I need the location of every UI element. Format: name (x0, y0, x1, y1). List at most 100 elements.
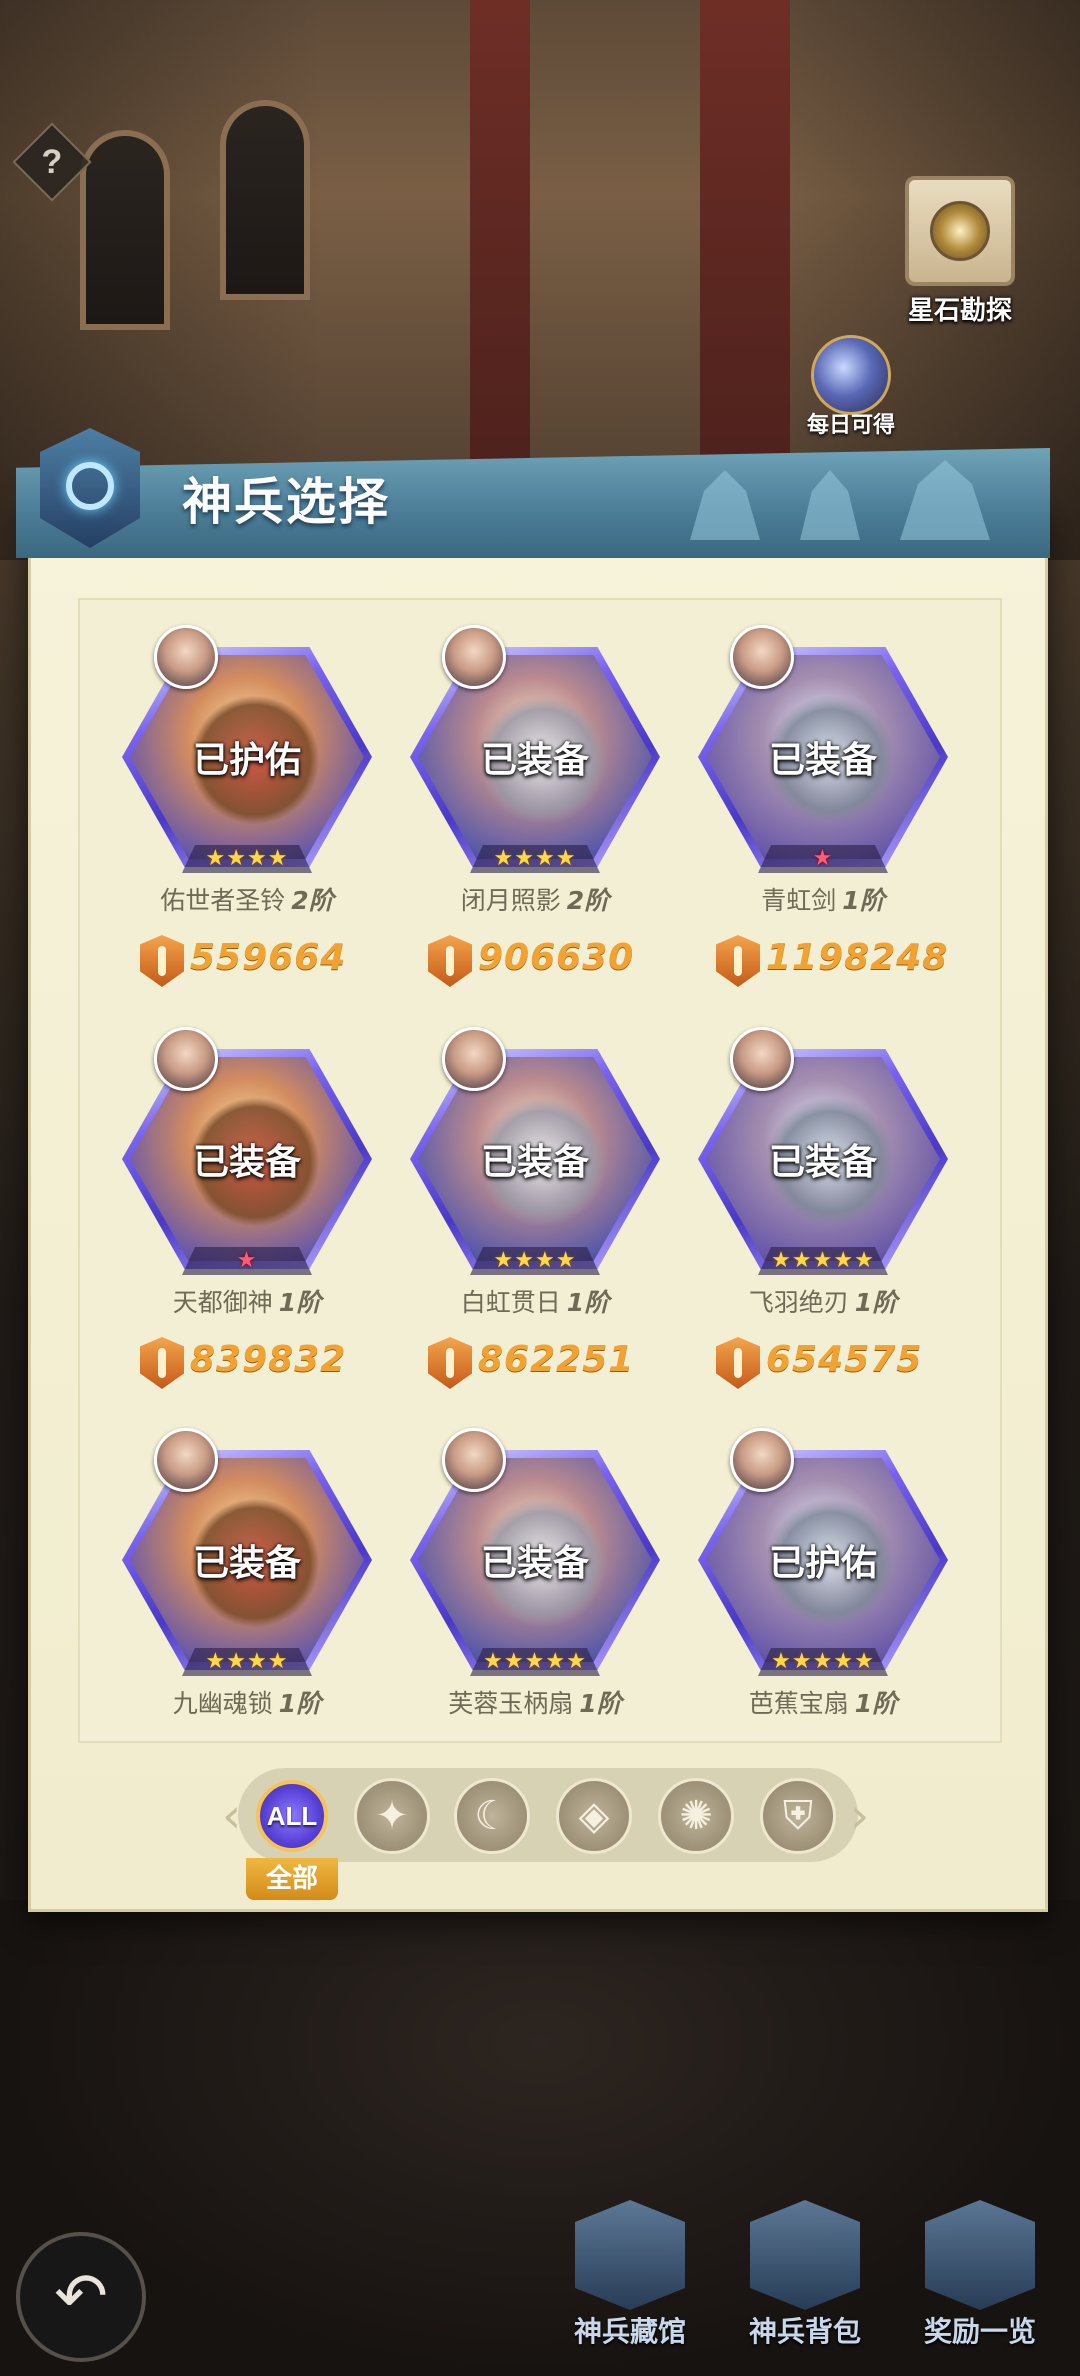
star-icon: ★ (812, 1248, 834, 1273)
weapon-name: 白虹贯日 1阶 (410, 1283, 660, 1319)
star-stone-explore-button[interactable]: 星石勘探 (880, 176, 1040, 326)
weapon-card[interactable]: 已装备 ★★★★ 白虹贯日 1阶 862251 (410, 1027, 660, 1407)
weapon-name-text: 飞羽绝刃 (748, 1288, 849, 1317)
status-label: 已装备 (480, 740, 589, 781)
star-icon: ★ (833, 1248, 855, 1273)
weapon-name: 飞羽绝刃 1阶 (698, 1283, 948, 1319)
filter-all-label[interactable]: 全部 (246, 1858, 338, 1900)
bag-icon (750, 2200, 860, 2310)
star-icon: ★ (514, 846, 535, 871)
weapon-name: 芙蓉玉柄扇 1阶 (410, 1684, 660, 1720)
weapon-tier: 1阶 (278, 1288, 322, 1317)
weapon-card[interactable]: 已装备 ★★★★★ 芙蓉玉柄扇 1阶 (410, 1428, 660, 1808)
star-icon: ★ (771, 1649, 792, 1674)
star-icon: ★ (226, 846, 247, 871)
star-icon: ★ (812, 1649, 834, 1674)
diamond-filter-icon[interactable]: ◈ (556, 1778, 632, 1854)
hero-avatar (154, 1027, 218, 1091)
star-icon: ★ (483, 1649, 504, 1674)
power-score: 906630 (428, 933, 668, 989)
star-icon: ★ (524, 1649, 546, 1674)
star-icon: ★ (205, 846, 227, 871)
all-icon: ALL (256, 1780, 328, 1852)
star-icon: ★ (833, 1649, 855, 1674)
weapon-hex-frame: 已装备 ★ (698, 647, 948, 873)
power-score: 862251 (428, 1335, 668, 1391)
filter-all-button[interactable]: ALL (250, 1774, 334, 1858)
chevron-left-icon: ‹ (222, 1788, 242, 1844)
daily-reward-button[interactable]: 每日可得 (796, 335, 906, 439)
power-value: 654575 (766, 1339, 923, 1380)
hero-avatar (442, 1428, 506, 1492)
status-label: 已装备 (192, 1142, 301, 1183)
star-rating: ★★★★★ (410, 1650, 660, 1674)
status-label: 已装备 (192, 1543, 301, 1584)
weapon-card[interactable]: 已装备 ★ 天都御神 1阶 839832 (122, 1027, 372, 1407)
power-value: 1198248 (766, 937, 949, 978)
power-shield-icon (140, 935, 184, 987)
weapon-card[interactable]: 已装备 ★★★★ 九幽魂锁 1阶 (122, 1428, 372, 1808)
emblem-ring (66, 462, 114, 510)
star-rating: ★★★★ (410, 847, 660, 871)
star-icon: ★ (247, 846, 268, 871)
crown-filter-icon[interactable]: ✦ (354, 1778, 430, 1854)
shield-filter-icon[interactable]: ⛨ (760, 1778, 836, 1854)
star-icon: ★ (503, 1649, 525, 1674)
weapon-card[interactable]: 已装备 ★★★★ 闭月照影 2阶 906630 (410, 625, 660, 1005)
weapon-tier: 2阶 (566, 886, 610, 915)
background-window (80, 130, 170, 330)
star-icon: ★ (493, 1248, 515, 1273)
weapon-card[interactable]: 已护佑 ★★★★ 佑世者圣铃 2阶 559664 (122, 625, 372, 1005)
background-window (220, 100, 310, 300)
weapon-card[interactable]: 已装备 ★★★★★ 飞羽绝刃 1阶 654575 (698, 1027, 948, 1407)
star-icon: ★ (236, 1248, 258, 1273)
weapon-card[interactable]: 已装备 ★ 青虹剑 1阶 1198248 (698, 625, 948, 1005)
page-title: 神兵选择 (182, 473, 390, 531)
weapon-name: 佑世者圣铃 2阶 (122, 881, 372, 917)
moon-filter-icon[interactable]: ☾ (454, 1778, 530, 1854)
weapon-hex-frame: 已护佑 ★★★★ (122, 647, 372, 873)
status-label: 已装备 (480, 1543, 589, 1584)
star-rating: ★ (698, 847, 948, 871)
weapon-name-text: 芭蕉宝扇 (748, 1689, 849, 1718)
power-shield-icon (716, 935, 760, 987)
star-icon: ★ (555, 1248, 577, 1273)
weapon-name-text: 九幽魂锁 (172, 1689, 273, 1718)
background-pillar (470, 0, 530, 520)
star-rating: ★ (122, 1249, 372, 1273)
power-shield-icon (140, 1337, 184, 1389)
weapon-card[interactable]: 已护佑 ★★★★★ 芭蕉宝扇 1阶 (698, 1428, 948, 1808)
star-icon: ★ (205, 1649, 227, 1674)
star-icon: ★ (226, 1649, 247, 1674)
power-value: 559664 (190, 937, 347, 978)
back-button[interactable]: ↶ (16, 2232, 146, 2362)
background-pillar (700, 0, 790, 520)
power-value: 906630 (478, 937, 635, 978)
weapon-name: 天都御神 1阶 (122, 1283, 372, 1319)
chevron-right-icon: › (850, 1788, 870, 1844)
hero-avatar (154, 625, 218, 689)
star-icon: ★ (545, 1649, 567, 1674)
weapon-name-text: 闭月照影 (460, 886, 561, 915)
star-icon: ★ (247, 1649, 268, 1674)
nav-weapon-gallery[interactable]: 神兵藏馆 (555, 2200, 705, 2360)
weapon-name: 芭蕉宝扇 1阶 (698, 1684, 948, 1720)
hero-avatar (154, 1428, 218, 1492)
weapon-name-text: 青虹剑 (761, 886, 837, 915)
weapon-hex-frame: 已装备 ★ (122, 1049, 372, 1275)
weapon-tier: 1阶 (854, 1288, 898, 1317)
back-arrow-icon: ↶ (54, 2260, 108, 2334)
power-shield-icon (428, 1337, 472, 1389)
star-icon: ★ (854, 1248, 875, 1273)
star-icon: ★ (514, 1248, 535, 1273)
star-icon: ★ (267, 846, 289, 871)
weapon-name-text: 芙蓉玉柄扇 (448, 1689, 574, 1718)
nav-reward-list[interactable]: 奖励一览 (905, 2200, 1055, 2360)
star-icon: ★ (555, 846, 577, 871)
shuriken-filter-icon[interactable]: ✺ (658, 1778, 734, 1854)
star-icon: ★ (771, 1248, 792, 1273)
nav-weapon-bag[interactable]: 神兵背包 (730, 2200, 880, 2360)
power-shield-icon (716, 1337, 760, 1389)
treasure-chest-icon (925, 2200, 1035, 2310)
power-score: 654575 (716, 1335, 956, 1391)
